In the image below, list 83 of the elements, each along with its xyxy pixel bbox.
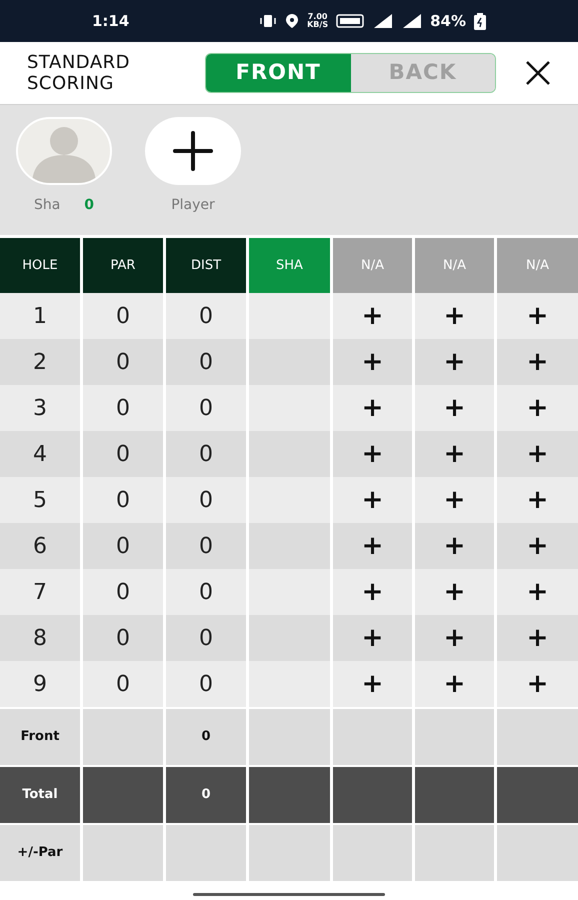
table-cell: 8 — [0, 615, 80, 661]
add-score-cell[interactable]: + — [415, 523, 494, 569]
add-score-cell[interactable]: + — [497, 477, 578, 523]
table-cell: 0 — [166, 523, 246, 569]
column-header: DIST — [166, 238, 246, 293]
plus-icon — [171, 129, 215, 173]
table-cell: 0 — [166, 569, 246, 615]
add-score-cell[interactable]: + — [497, 661, 578, 707]
table-cell: 6 — [0, 523, 80, 569]
table-cell: 0 — [83, 523, 163, 569]
lte-icon — [336, 14, 364, 28]
battery-icon — [474, 12, 486, 30]
table-cell: 7 — [0, 569, 80, 615]
status-time: 1:14 — [92, 10, 130, 32]
add-score-cell[interactable]: + — [333, 661, 412, 707]
add-score-cell[interactable]: + — [497, 431, 578, 477]
add-score-cell[interactable]: + — [415, 569, 494, 615]
add-score-cell[interactable]: + — [497, 569, 578, 615]
table-cell: 0 — [166, 339, 246, 385]
add-score-cell[interactable]: + — [497, 523, 578, 569]
player-name: Sha — [34, 196, 60, 215]
signal-icon — [372, 13, 394, 29]
table-cell: 0 — [166, 385, 246, 431]
table-cell: 0 — [166, 767, 246, 823]
column-header: N/A — [415, 238, 494, 293]
table-cell: 0 — [166, 431, 246, 477]
add-score-cell[interactable]: + — [333, 477, 412, 523]
table-cell: 9 — [0, 661, 80, 707]
add-score-cell[interactable]: + — [333, 293, 412, 339]
add-score-cell[interactable]: + — [333, 523, 412, 569]
add-score-cell[interactable]: + — [497, 385, 578, 431]
close-icon[interactable] — [525, 60, 551, 86]
column-header: N/A — [333, 238, 412, 293]
table-cell: 0 — [83, 477, 163, 523]
column-header: N/A — [497, 238, 578, 293]
column-header: SHA — [249, 238, 330, 293]
add-score-cell[interactable]: + — [333, 615, 412, 661]
row-label: +/-Par — [0, 825, 80, 881]
table-cell: 0 — [83, 293, 163, 339]
table-cell: 0 — [166, 709, 246, 765]
table-cell: 0 — [166, 661, 246, 707]
battery-percent: 84% — [430, 10, 466, 32]
table-cell: 4 — [0, 431, 80, 477]
add-score-cell[interactable]: + — [415, 661, 494, 707]
table-cell: 0 — [83, 569, 163, 615]
table-cell: 0 — [166, 615, 246, 661]
table-cell: 0 — [83, 385, 163, 431]
add-score-cell[interactable]: + — [415, 339, 494, 385]
add-score-cell[interactable]: + — [497, 615, 578, 661]
add-score-cell[interactable]: + — [333, 569, 412, 615]
add-score-cell[interactable]: + — [415, 385, 494, 431]
table-cell: 5 — [0, 477, 80, 523]
add-score-cell[interactable]: + — [333, 339, 412, 385]
row-label: Total — [0, 767, 80, 823]
table-cell: 1 — [0, 293, 80, 339]
player-score: 0 — [84, 196, 94, 215]
add-score-cell[interactable]: + — [497, 293, 578, 339]
column-header: HOLE — [0, 238, 80, 293]
column-header: PAR — [83, 238, 163, 293]
add-player-label: Player — [171, 196, 215, 215]
row-label: Front — [0, 709, 80, 765]
segment-tab[interactable]: FRONT — [206, 54, 350, 92]
table-cell: 0 — [166, 477, 246, 523]
table-cell: 2 — [0, 339, 80, 385]
add-score-cell[interactable]: + — [333, 431, 412, 477]
add-score-cell[interactable]: + — [415, 431, 494, 477]
table-cell: 0 — [83, 339, 163, 385]
vibrate-icon — [259, 14, 278, 28]
table-cell: 0 — [83, 431, 163, 477]
screen-title: STANDARD SCORING — [27, 52, 132, 94]
signal-icon — [402, 13, 422, 29]
table-cell: 0 — [83, 661, 163, 707]
add-score-cell[interactable]: + — [497, 339, 578, 385]
add-score-cell[interactable]: + — [415, 477, 494, 523]
add-score-cell[interactable]: + — [333, 385, 412, 431]
table-cell: 0 — [166, 293, 246, 339]
network-speed: 7.00 — [308, 13, 328, 21]
table-cell: 3 — [0, 385, 80, 431]
speed-unit: KB/S — [307, 21, 328, 29]
add-score-cell[interactable]: + — [415, 615, 494, 661]
location-icon — [285, 13, 300, 29]
add-score-cell[interactable]: + — [415, 293, 494, 339]
table-cell: 0 — [83, 615, 163, 661]
